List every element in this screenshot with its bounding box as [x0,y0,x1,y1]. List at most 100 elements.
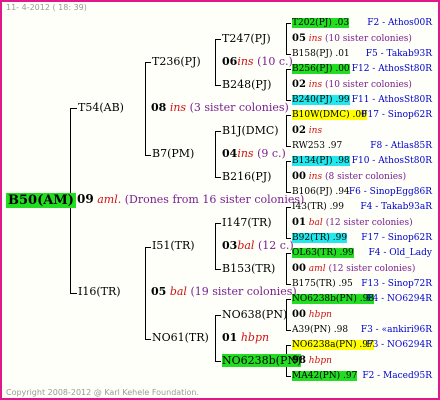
gen3-g-mark: hbpn [308,310,332,320]
connector-h-29 [286,146,291,147]
gen3-d-name[interactable]: B216(PJ) [222,170,271,184]
gen3-f-info: 00 aml (12 sister colonies) [292,262,415,276]
gen4-row-5-left[interactable]: RW253 .97 [292,139,342,153]
gen2-a-gen: 06 [222,55,238,68]
gen4-row-4-left[interactable]: B10W(DMC) .00 [292,108,367,122]
gen3-h-mark: hbpn [308,356,332,366]
gen4-row-4-label: B10W(DMC) .00 [292,110,367,120]
gen1-lower-gen: 05 [151,285,167,298]
gen1-upper-gen: 08 [151,101,167,114]
connector-h-13 [215,131,221,132]
gen3-e-name[interactable]: I147(TR) [222,216,272,230]
gen4-row-2-left[interactable]: B256(PJ) .00 [292,62,350,76]
gen3-d-info: 00 ins (8 sister colonies) [292,170,406,184]
gen4-row-5-right: F8 - Atlas85R [370,141,432,151]
gen3-e-note: (12 sister colonies) [325,218,413,228]
gen4-row-7-label: B106(PJ) .94 [292,187,350,197]
gen2-d-name[interactable]: NO61(TR) [152,331,209,345]
gen3-c-info: 02 ins [292,124,322,138]
connector-h-40 [286,299,291,300]
gen2-b-note: (9 c.) [257,147,286,160]
gen3-d-mark: ins [308,172,323,182]
gen4-row-8-left[interactable]: I43(TR) .99 [292,200,344,214]
gen3-b-gen: 02 [292,79,306,90]
connector-v-27 [286,115,287,146]
gen1-upper-note: (3 sister colonies) [189,101,289,114]
gen4-row-10-right: F4 - Old_Lady [368,248,432,258]
connector-v-12 [215,131,216,177]
gen1-upper-info: 08 ins (3 sister colonies) [151,101,289,115]
connector-h-41 [286,330,291,331]
connector-v-24 [286,69,287,100]
connector-v-15 [215,223,216,269]
gen4-row-4-right: F17 - Sinop62R [361,110,432,120]
gen4-row-0-left[interactable]: T202(PJ) .03 [292,16,350,30]
connector-h-22 [286,23,291,24]
gen3-b-name[interactable]: B248(PJ) [222,78,271,92]
gen3-f-note: (12 sister colonies) [328,264,416,274]
gen4-row-13-left[interactable]: A39(PN) .98 [292,323,348,337]
gen2-b-name[interactable]: B7(PM) [152,147,194,161]
gen2-a-mark: ins [237,55,254,68]
gen3-f-name[interactable]: B153(TR) [222,262,275,276]
gen3-b-note: (10 sister colonies) [324,80,412,90]
gen4-row-8-right: F4 - Takab93aR [360,202,432,212]
connector-v-33 [286,207,287,238]
gen2-c-name[interactable]: I51(TR) [152,239,195,253]
gen4-row-9-left[interactable]: B92(TR) .99 [292,231,348,245]
gen4-row-3-label: B240(PJ) .99 [292,95,350,105]
gen4-row-14-right: F3 - NO6294R [366,340,432,350]
gen2-d-info: 01 hbpn [222,331,269,345]
connector-h-20 [215,361,221,362]
gen4-row-15-left[interactable]: MA42(PN) .97 [292,369,358,383]
gen3-f-mark: aml [308,264,326,274]
gen3-e-info: 01 bal (12 sister colonies) [292,216,413,230]
gen2-d-gen: 01 [222,331,238,344]
root-note: (Drones from 16 sister colonies) [124,193,305,206]
gen4-row-6-left[interactable]: B134(PJ) .98 [292,154,350,168]
gen4-row-11-left[interactable]: B175(TR) .95 [292,277,353,291]
root-node[interactable]: B50(AM) [6,192,76,209]
gen3-c-name[interactable]: B1J(DMC) [222,124,279,138]
gen3-c-gen: 02 [292,125,306,136]
gen3-a-note: (10 sister colonies) [324,34,412,44]
gen1-lower-mark: bal [169,285,187,298]
gen2-b-info: 04ins (9 c.) [222,147,286,161]
gen4-row-2-label: B256(PJ) .00 [292,64,350,74]
connector-h-1 [70,108,77,109]
gen3-a-name[interactable]: T247(PJ) [222,32,271,46]
gen2-c-mark: bal [237,239,255,252]
gen3-d-gen: 00 [292,171,306,182]
connector-h-43 [286,345,291,346]
gen3-b-mark: ins [308,80,323,90]
connector-h-11 [215,85,221,86]
gen4-row-3-right: F11 - AthosSt80R [351,95,432,105]
gen3-h-name[interactable]: NO6238b(PN) [222,354,302,368]
gen1-upper-name[interactable]: T54(AB) [78,101,124,115]
gen4-row-14-label: NO6238a(PN) .97 [292,340,374,350]
connector-h-44 [286,376,291,377]
gen4-row-3-left[interactable]: B240(PJ) .99 [292,93,350,107]
gen2-a-info: 06ins (10 c.) [222,55,293,69]
gen3-e-gen: 01 [292,217,306,228]
gen4-row-12-left[interactable]: NO6238b(PN) .98 [292,292,375,306]
gen2-a-name[interactable]: T236(PJ) [152,55,201,69]
gen4-row-0-label: T202(PJ) .03 [292,18,350,28]
gen4-row-10-left[interactable]: OL63(TR) .99 [292,246,354,260]
gen4-row-5-label: RW253 .97 [292,141,343,151]
gen4-row-1-left[interactable]: B158(PJ) .01 [292,47,350,61]
gen4-row-14-left[interactable]: NO6238a(PN) .97 [292,338,374,352]
gen2-c-note: (12 c.) [257,239,294,252]
connector-h-19 [215,315,221,316]
gen2-b-gen: 04 [222,147,238,160]
connector-h-28 [286,115,291,116]
gen1-lower-name[interactable]: I16(TR) [78,285,121,299]
gen3-d-note: (8 sister colonies) [324,172,407,182]
connector-v-9 [215,39,216,85]
header-date: 11- 4-2012 ( 18: 39) [6,3,87,12]
connector-h-25 [286,69,291,70]
gen4-row-12-label: NO6238b(PN) .98 [292,294,375,304]
connector-h-8 [145,339,151,340]
gen4-row-7-left[interactable]: B106(PJ) .94 [292,185,350,199]
gen3-g-name[interactable]: NO638(PN) [222,308,287,322]
